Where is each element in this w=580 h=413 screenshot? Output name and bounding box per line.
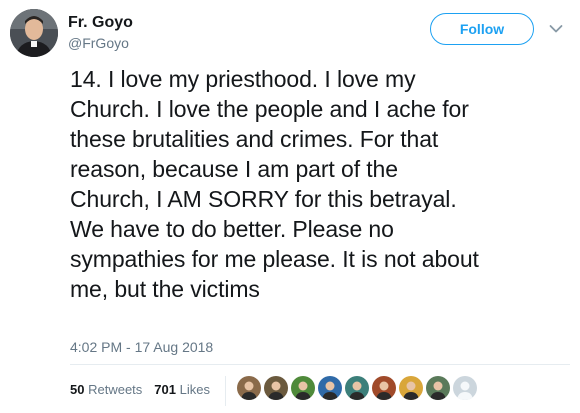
likes-count: 701 xyxy=(154,382,176,397)
tweet-text-line: Church, I AM SORRY for this betrayal. xyxy=(70,186,457,212)
tweet-text-line: Church. I love the people and I ache for xyxy=(70,96,469,122)
liker-photo-icon xyxy=(318,376,342,400)
tweet-timestamp[interactable]: 4:02 PM - 17 Aug 2018 xyxy=(70,339,213,355)
liker-photo-icon xyxy=(399,376,423,400)
tweet-menu-button[interactable] xyxy=(548,22,564,36)
default-avatar-icon xyxy=(453,376,477,400)
tweet-stats: 50 Retweets 701 Likes xyxy=(70,382,210,397)
liker-avatar[interactable] xyxy=(290,375,316,401)
likes-label: Likes xyxy=(179,382,210,397)
tweet-text-line: sympathies for me please. It is not abou… xyxy=(70,246,479,272)
tweet-text-line: these brutalities and crimes. For that xyxy=(70,126,439,152)
follow-button[interactable]: Follow xyxy=(430,13,534,45)
retweets-count: 50 xyxy=(70,382,85,397)
tweet-text-line: me, but the victims xyxy=(70,276,260,302)
liker-avatar[interactable] xyxy=(236,375,262,401)
liker-photo-icon xyxy=(264,376,288,400)
author-avatar[interactable] xyxy=(10,9,58,57)
liker-avatar[interactable] xyxy=(371,375,397,401)
chevron-down-icon xyxy=(549,25,563,33)
liker-avatar[interactable] xyxy=(398,375,424,401)
liker-avatars xyxy=(236,375,478,401)
liker-photo-icon xyxy=(291,376,315,400)
author-handle[interactable]: @FrGoyo xyxy=(68,35,129,51)
liker-photo-icon xyxy=(345,376,369,400)
author-name[interactable]: Fr. Goyo xyxy=(68,14,133,32)
liker-avatar[interactable] xyxy=(263,375,289,401)
divider xyxy=(70,364,570,365)
liker-avatar[interactable] xyxy=(344,375,370,401)
liker-avatar[interactable] xyxy=(425,375,451,401)
retweets-label: Retweets xyxy=(88,382,143,397)
liker-photo-icon xyxy=(426,376,450,400)
liker-photo-icon xyxy=(372,376,396,400)
liker-avatar[interactable] xyxy=(452,375,478,401)
profile-photo-icon xyxy=(10,9,58,57)
liker-photo-icon xyxy=(237,376,261,400)
liker-avatar[interactable] xyxy=(317,375,343,401)
tweet-text-line: 14. I love my priesthood. I love my xyxy=(70,66,416,92)
tweet-text-line: reason, because I am part of the xyxy=(70,156,398,182)
stats-separator xyxy=(225,376,226,406)
tweet-card: Fr. Goyo @FrGoyo Follow 14. I love my pr… xyxy=(0,0,580,413)
tweet-text-line: We have to do better. Please no xyxy=(70,216,394,242)
retweets-stat[interactable]: 50 Retweets xyxy=(70,382,142,397)
tweet-text: 14. I love my priesthood. I love my Chur… xyxy=(70,64,570,304)
likes-stat[interactable]: 701 Likes xyxy=(154,382,210,397)
